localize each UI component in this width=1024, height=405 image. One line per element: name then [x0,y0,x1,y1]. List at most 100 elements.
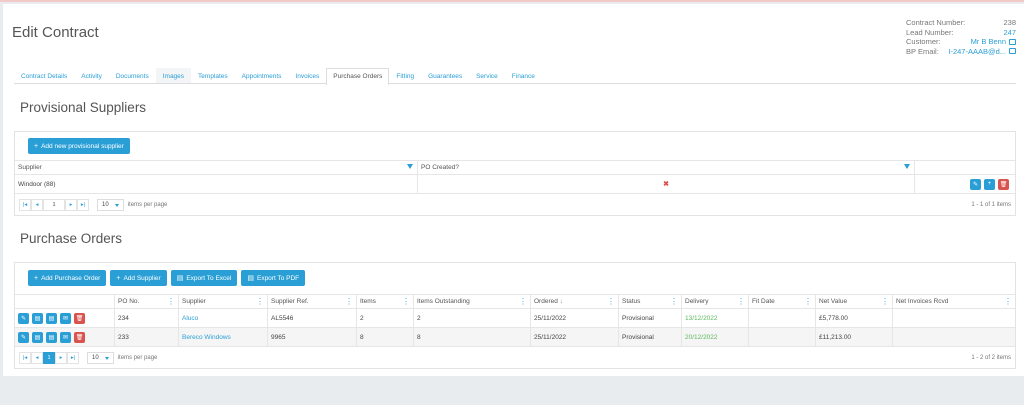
edit-button[interactable]: ✎ [18,312,29,324]
delete-button[interactable]: 🗑 [74,331,85,343]
column-menu-icon[interactable]: ⋮ [256,298,264,306]
delivery-cell: 13/12/2022 [682,309,749,327]
add-supplier-button[interactable]: + Add Supplier [110,270,167,286]
column-supplier-ref[interactable]: Supplier Ref. ⋮ [268,295,357,308]
provisional-pager: |◂ ◂ 1 ▸ ▸| 10 items per page 1 - 1 of 1… [15,196,1015,214]
items-outstanding-cell: 2 [414,309,531,327]
column-menu-icon[interactable]: ⋮ [345,298,353,306]
column-menu-icon[interactable]: ⋮ [167,298,175,306]
tab-fitting[interactable]: Fitting [389,68,421,83]
tab-finance[interactable]: Finance [505,68,542,83]
per-page-select[interactable]: 10 [97,199,124,211]
contract-info: Contract Number: 238 Lead Number: 247 Cust… [906,18,1016,56]
edit-button[interactable]: ✎ [970,178,981,190]
document-button[interactable]: ▤ [32,331,43,343]
tab-activity[interactable]: Activity [74,68,109,83]
pdf-button[interactable]: ▤ [46,312,57,324]
last-page-icon[interactable]: ▸| [77,199,89,211]
contract-number-label: Contract Number: [906,18,966,27]
first-page-icon[interactable]: |◂ [19,199,31,211]
next-page-icon[interactable]: ▸ [65,199,77,211]
email-button[interactable]: ✉ [60,312,71,324]
tab-guarantees[interactable]: Guarantees [421,68,469,83]
column-po-no[interactable]: PO No. ⋮ [115,295,179,308]
supplier-ref-cell: 9965 [268,328,357,346]
column-menu-icon[interactable]: ⋮ [737,298,745,306]
tab-contract-details[interactable]: Contract Details [14,68,74,83]
tab-templates[interactable]: Templates [191,68,235,83]
edit-button[interactable]: ✎ [18,331,29,343]
column-menu-icon[interactable]: ⋮ [1004,298,1012,306]
filter-icon[interactable] [407,164,413,169]
add-provisional-supplier-button[interactable]: + Add new provisional supplier [28,138,130,154]
per-page-value: 10 [102,202,109,208]
column-actions [915,161,1015,174]
column-supplier[interactable]: Supplier ⋮ [179,295,268,308]
export-pdf-button[interactable]: ▤ Export To PDF [241,270,306,286]
column-po-created-label: PO Created? [421,164,459,171]
per-page-select[interactable]: 10 [87,352,114,364]
first-page-icon[interactable]: |◂ [19,352,31,364]
provisional-suppliers-grid: Supplier PO Created? Windoor (88) ✖ ✎ + … [15,160,1015,194]
tab-images[interactable]: Images [155,68,192,83]
export-excel-button[interactable]: ▤ Export To Excel [170,270,238,286]
column-po-no-label: PO No. [118,298,140,305]
column-menu-icon[interactable]: ⋮ [804,298,812,306]
contract-number: 238 [1003,18,1016,27]
delete-button[interactable]: 🗑 [74,312,85,324]
document-button[interactable]: ▤ [32,312,43,324]
column-menu-icon[interactable]: ⋮ [881,298,889,306]
tab-service[interactable]: Service [469,68,505,83]
next-page-icon[interactable]: ▸ [55,352,67,364]
column-items[interactable]: Items ⋮ [357,295,414,308]
column-net-value[interactable]: Net Value ⋮ [816,295,893,308]
fit-date-cell [749,309,816,327]
column-menu-icon[interactable]: ⋮ [519,298,527,306]
email-button[interactable]: ✉ [60,331,71,343]
lead-number-link[interactable]: 247 [1003,28,1016,38]
tab-appointments[interactable]: Appointments [235,68,289,83]
column-fit-date[interactable]: Fit Date ⋮ [749,295,816,308]
last-page-icon[interactable]: ▸| [67,352,79,364]
items-outstanding-cell: 8 [414,328,531,346]
status-cell: Provisional [619,328,682,346]
tab-documents[interactable]: Documents [109,68,156,83]
copy-icon[interactable] [1009,48,1016,55]
column-delivery[interactable]: Delivery ⋮ [682,295,749,308]
tab-purchase-orders[interactable]: Purchase Orders [326,68,390,85]
per-page-label: items per page [127,202,168,208]
prev-page-icon[interactable]: ◂ [31,352,43,364]
bp-email-link[interactable]: I-247-AAAB@d... [948,47,1006,57]
page-number[interactable]: 1 [43,352,55,364]
customer-link[interactable]: Mr B Benn [971,37,1006,47]
filter-icon[interactable] [904,164,910,169]
page-number[interactable]: 1 [43,199,65,211]
add-button[interactable]: + [984,178,995,190]
column-status[interactable]: Status ⋮ [619,295,682,308]
delete-button[interactable]: 🗑 [998,178,1009,190]
table-row: Windoor (88) ✖ ✎ + 🗑 [15,175,1015,194]
status-cell: Provisional [619,309,682,327]
supplier-link[interactable]: Bereco Windows [179,328,268,346]
supplier-link[interactable]: Aluco [179,309,268,327]
column-supplier-label: Supplier [182,298,206,305]
plus-icon: + [116,274,121,282]
column-items-outstanding[interactable]: Items Outstanding ⋮ [414,295,531,308]
pdf-button[interactable]: ▤ [46,331,57,343]
column-ordered[interactable]: Ordered ↓ ⋮ [531,295,619,308]
top-accent-line [0,0,1024,2]
column-supplier-ref-label: Supplier Ref. [271,298,309,305]
email-icon[interactable] [1009,38,1016,45]
row-actions: ✎ ▤ ▤ ✉ 🗑 [15,328,115,346]
column-net-invoices[interactable]: Net Invoices Rcvd ⋮ [893,295,1015,308]
purchase-orders-title: Purchase Orders [20,231,123,246]
column-po-created[interactable]: PO Created? [418,161,915,174]
tab-invoices[interactable]: Invoices [288,68,326,83]
column-menu-icon[interactable]: ⋮ [402,298,410,306]
column-supplier[interactable]: Supplier [15,161,418,174]
column-menu-icon[interactable]: ⋮ [670,298,678,306]
prev-page-icon[interactable]: ◂ [31,199,43,211]
column-menu-icon[interactable]: ⋮ [607,298,615,306]
pager-summary: 1 - 1 of 1 items [971,202,1011,208]
add-purchase-order-button[interactable]: + Add Purchase Order [28,270,107,286]
